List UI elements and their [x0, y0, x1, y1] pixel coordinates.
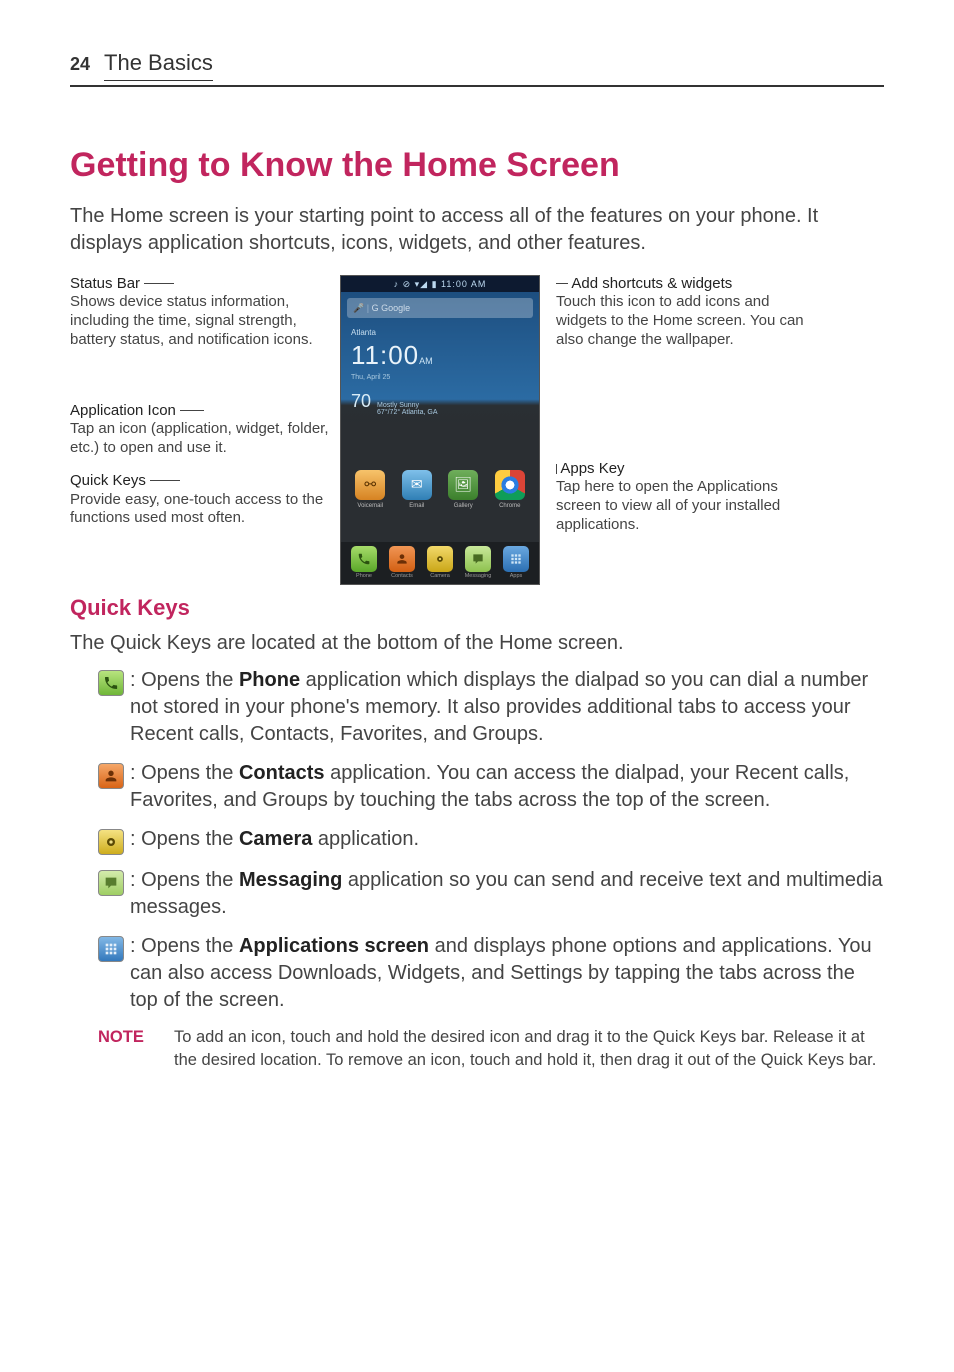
- dock-phone: Phone: [348, 546, 380, 580]
- qk-item-camera: : Opens the Camera application.: [98, 826, 884, 855]
- gallery-icon: 🖼: [448, 470, 478, 500]
- note-block: NOTE To add an icon, touch and hold the …: [70, 1026, 884, 1071]
- clock-widget: Atlanta 11:00AM Thu, April 25: [341, 324, 539, 387]
- section-name: The Basics: [104, 48, 213, 81]
- voicemail-icon: ⚯: [355, 470, 385, 500]
- chrome-icon: [495, 470, 525, 500]
- clock-time: 11:00: [351, 340, 419, 370]
- app-row: ⚯Voicemail ✉Email 🖼Gallery Chrome: [341, 470, 539, 514]
- callout-title: Status Bar: [70, 275, 140, 292]
- callout-add-shortcuts: Add shortcuts & widgets Touch this icon …: [556, 275, 810, 350]
- callout-title: Apps Key: [560, 460, 624, 477]
- dock-contacts: Contacts: [386, 546, 418, 580]
- callout-desc: Provide easy, one-touch access to the fu…: [70, 491, 323, 527]
- email-icon: ✉: [402, 470, 432, 500]
- callout-title: Add shortcuts & widgets: [571, 275, 732, 292]
- phone-mock: ♪ ⊘ ▾◢ ▮ 11:00 AM 🎤 | G Google Atlanta 1…: [340, 275, 540, 585]
- page-number: 24: [70, 52, 90, 76]
- app-email: ✉Email: [399, 470, 435, 510]
- callout-quick-keys: Quick Keys Provide easy, one-touch acces…: [70, 472, 330, 528]
- search-hint: G Google: [372, 302, 411, 314]
- app-voicemail: ⚯Voicemail: [352, 470, 388, 510]
- callout-application-icon: Application Icon Tap an icon (applicatio…: [70, 402, 330, 458]
- weather-loc: 67°/72° Atlanta, GA: [377, 409, 437, 416]
- app-gallery: 🖼Gallery: [445, 470, 481, 510]
- qk-item-phone: : Opens the Phone application which disp…: [98, 667, 884, 748]
- qk-item-apps: : Opens the Applications screen and disp…: [98, 933, 884, 1014]
- mic-icon: 🎤: [353, 302, 364, 314]
- callout-desc: Shows device status information, includi…: [70, 293, 313, 348]
- camera-icon: [427, 546, 453, 572]
- quick-keys-heading: Quick Keys: [70, 593, 884, 623]
- callout-desc: Tap an icon (application, widget, folder…: [70, 420, 329, 456]
- dock-apps: Apps: [500, 546, 532, 580]
- dock-messaging: Messaging: [462, 546, 494, 580]
- clock-city: Atlanta: [351, 328, 529, 339]
- callout-title: Quick Keys: [70, 472, 146, 489]
- callout-status-bar: Status Bar Shows device status informati…: [70, 275, 330, 350]
- phone-icon: [351, 546, 377, 572]
- callout-desc: Tap here to open the Applications screen…: [556, 478, 780, 533]
- dock: Phone Contacts Camera Messaging Apps: [341, 542, 539, 583]
- page-title: Getting to Know the Home Screen: [70, 143, 884, 189]
- note-text: To add an icon, touch and hold the desir…: [174, 1026, 884, 1071]
- app-chrome: Chrome: [492, 470, 528, 510]
- callout-apps-key: Apps Key Tap here to open the Applicatio…: [556, 460, 810, 535]
- google-search-widget: 🎤 | G Google: [347, 298, 533, 318]
- apps-icon: [98, 936, 124, 962]
- home-screen-diagram: Status Bar Shows device status informati…: [70, 275, 884, 585]
- intro-paragraph: The Home screen is your starting point t…: [70, 203, 884, 257]
- dock-camera: Camera: [424, 546, 456, 580]
- page-header: 24 The Basics: [70, 48, 884, 87]
- contacts-icon: [389, 546, 415, 572]
- weather-temp: 70: [351, 389, 371, 413]
- camera-icon: [98, 829, 124, 855]
- callout-desc: Touch this icon to add icons and widgets…: [556, 293, 804, 348]
- callout-title: Application Icon: [70, 402, 176, 419]
- qk-item-messaging: : Opens the Messaging application so you…: [98, 867, 884, 921]
- note-label: NOTE: [98, 1026, 154, 1071]
- contacts-icon: [98, 763, 124, 789]
- phone-icon: [98, 670, 124, 696]
- clock-am: AM: [419, 356, 433, 366]
- weather-cond: Mostly Sunny: [377, 402, 419, 409]
- weather-widget: 70 Mostly Sunny 67°/72° Atlanta, GA: [341, 387, 539, 422]
- messaging-icon: [98, 870, 124, 896]
- status-bar: ♪ ⊘ ▾◢ ▮ 11:00 AM: [341, 276, 539, 292]
- messaging-icon: [465, 546, 491, 572]
- qk-item-contacts: : Opens the Contacts application. You ca…: [98, 760, 884, 814]
- clock-date: Thu, April 25: [351, 373, 529, 382]
- apps-icon: [503, 546, 529, 572]
- quick-keys-intro: The Quick Keys are located at the bottom…: [70, 630, 884, 657]
